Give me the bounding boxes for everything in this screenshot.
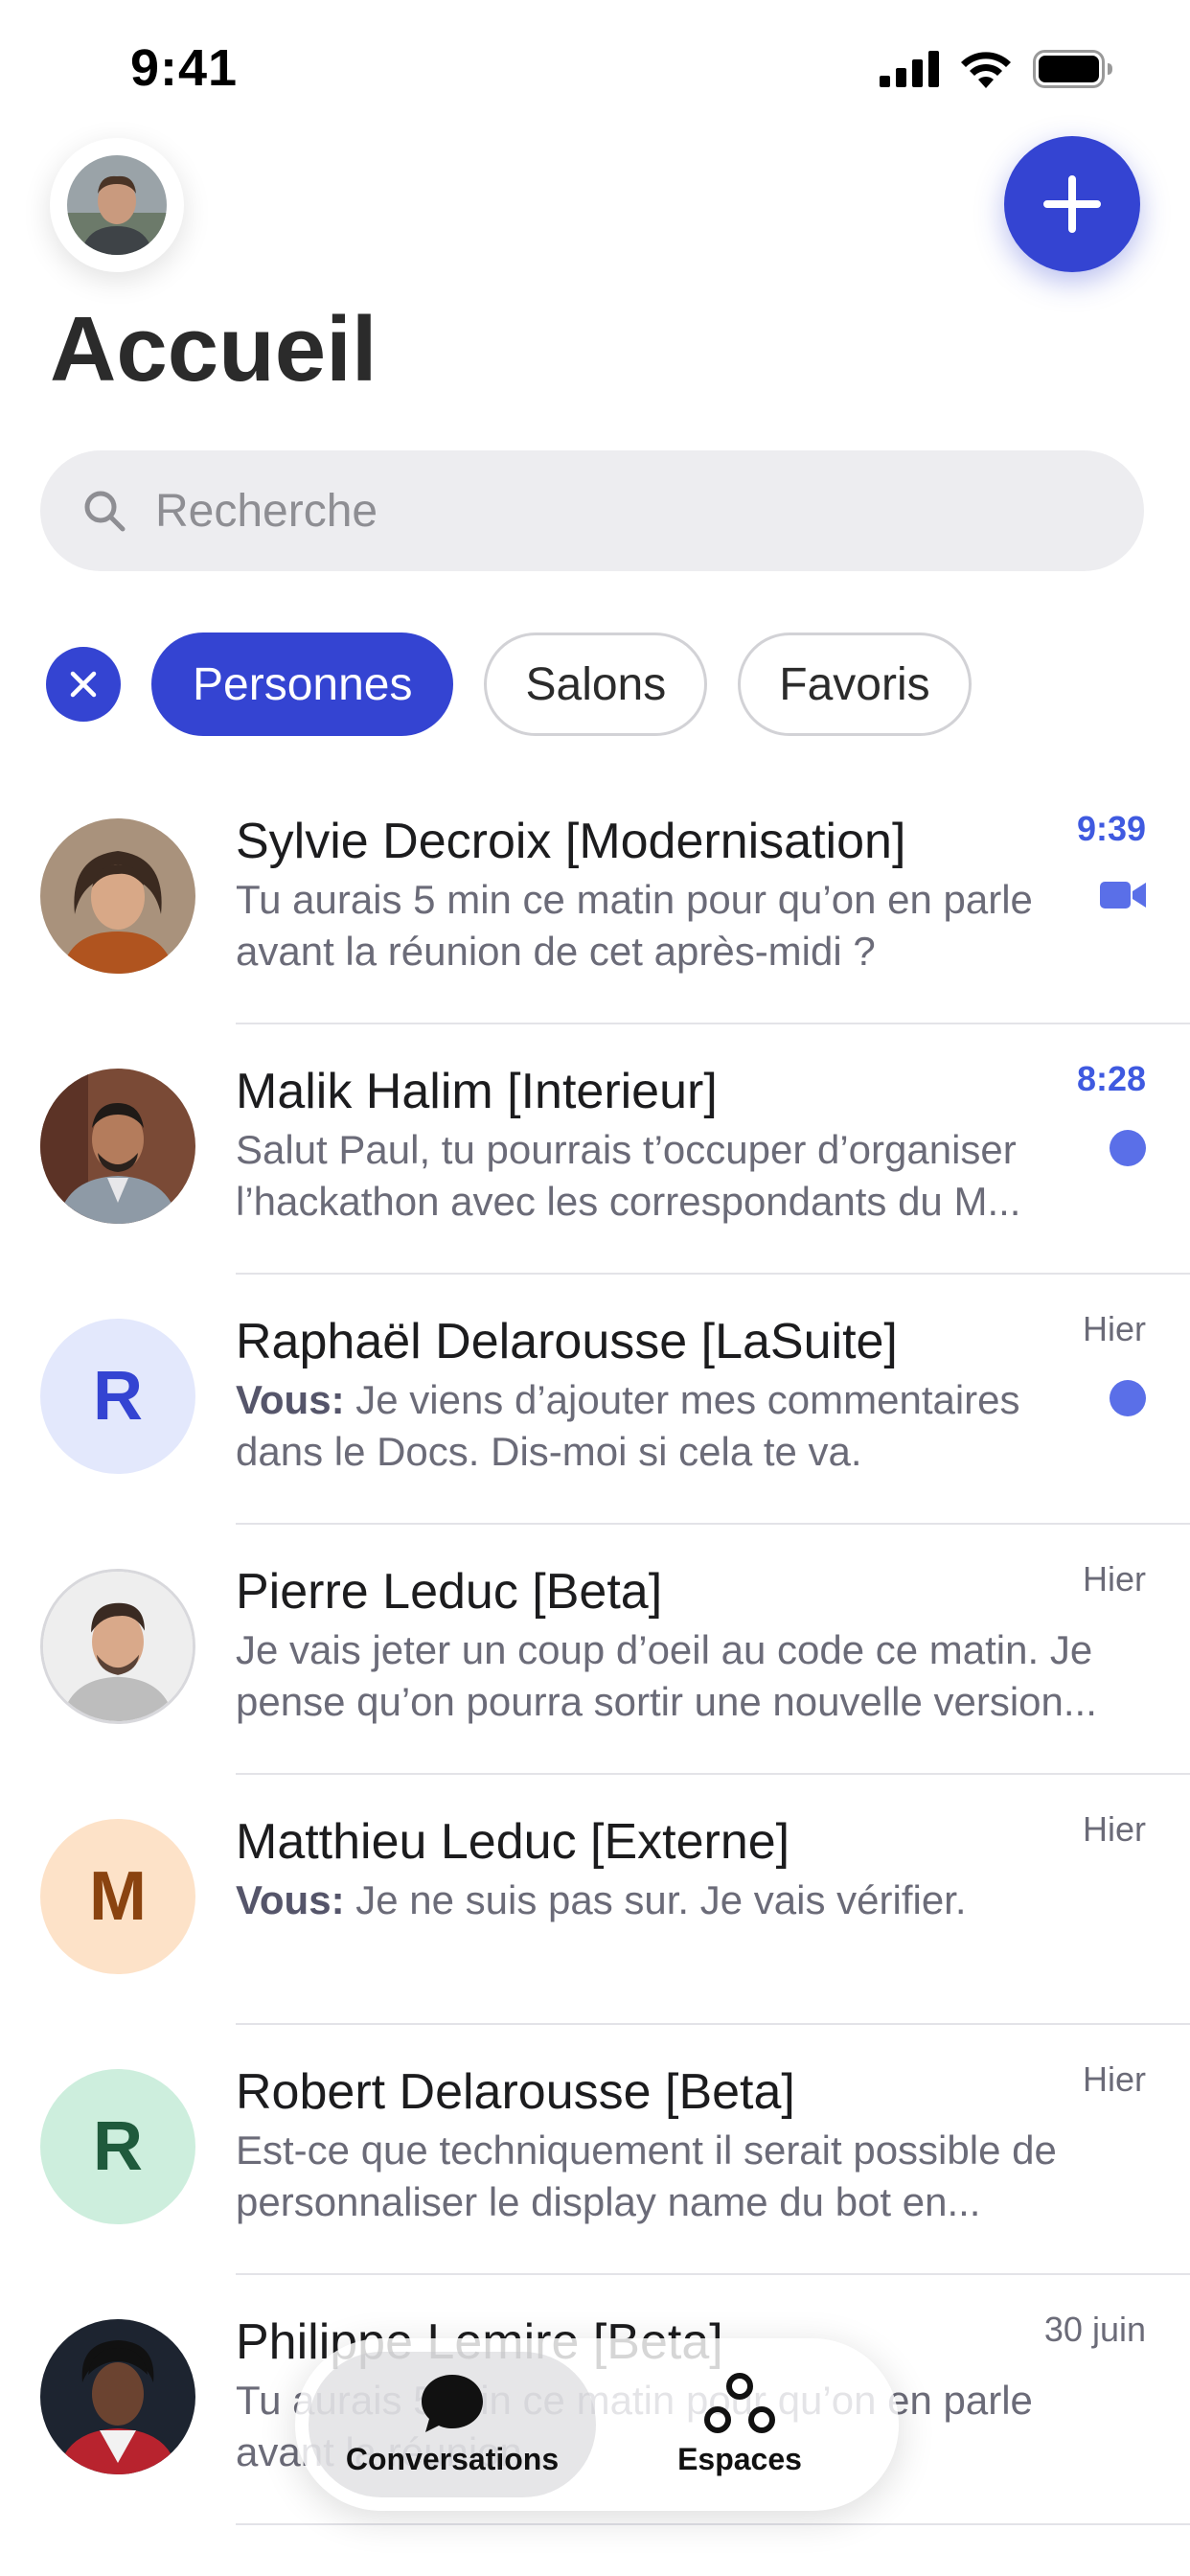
clear-filter-button[interactable] xyxy=(46,647,121,722)
conversation-preview: Vous: Je viens d’ajouter mes commentaire… xyxy=(236,1374,1098,1478)
unread-dot-icon xyxy=(1110,1130,1146,1166)
video-camera-icon xyxy=(1100,882,1146,908)
message-preview: Est-ce que techniquement il serait possi… xyxy=(236,2128,1057,2224)
avatar-initial: R xyxy=(40,2069,195,2224)
tab-label: Conversations xyxy=(345,2441,560,2476)
wifi-icon xyxy=(961,52,1011,88)
conversation-time: Hier xyxy=(1082,1309,1146,1348)
conversation-row[interactable]: Malik Halim [Interieur] Salut Paul, tu p… xyxy=(0,1024,1190,1275)
conversation-preview: Salut Paul, tu pourrais t’occuper d’orga… xyxy=(236,1124,1098,1228)
cellular-signal-icon xyxy=(880,51,939,87)
conversation-time: 8:28 xyxy=(1076,1059,1146,1098)
avatar xyxy=(40,1069,195,1224)
message-preview: Je vais jeter un coup d’oeil au code ce … xyxy=(236,1627,1097,1724)
message-preview: Je viens d’ajouter mes commentaires dans… xyxy=(236,1377,1020,1474)
status-icons xyxy=(880,50,1113,88)
conversation-preview: Je vais jeter un coup d’oeil au code ce … xyxy=(236,1624,1098,1728)
status-time: 9:41 xyxy=(130,39,239,97)
plus-icon xyxy=(1043,175,1101,233)
conversation-name: Pierre Leduc [Beta] xyxy=(236,1564,663,1620)
conversation-row[interactable]: R Raphaël Delarousse [LaSuite] Vous: Je … xyxy=(0,1275,1190,1525)
conversation-name: Matthieu Leduc [Externe] xyxy=(236,1814,790,1870)
page-title: Accueil xyxy=(50,298,378,401)
close-icon xyxy=(70,671,97,698)
search-bar[interactable] xyxy=(40,450,1144,571)
search-input[interactable] xyxy=(155,484,1018,538)
battery-icon xyxy=(1033,50,1112,88)
filter-chip-personnes[interactable]: Personnes xyxy=(151,632,454,736)
unread-indicator xyxy=(1110,1380,1146,1416)
conversation-preview: Tu aurais 5 min ce matin pour qu’on en p… xyxy=(236,874,1098,978)
video-call-indicator xyxy=(1100,880,1146,915)
message-preview: Tu aurais 5 min ce matin pour qu’on en p… xyxy=(236,877,1033,974)
conversation-row[interactable]: M Matthieu Leduc [Externe] Vous: Je ne s… xyxy=(0,1775,1190,2025)
avatar xyxy=(40,818,195,974)
conversation-preview: Est-ce que techniquement il serait possi… xyxy=(236,2125,1098,2228)
avatar xyxy=(40,2319,195,2474)
filter-chip-salons[interactable]: Salons xyxy=(484,632,708,736)
tab-label: Espaces xyxy=(677,2441,802,2476)
avatar-letter: R xyxy=(93,2108,143,2185)
avatar-letter: M xyxy=(89,1858,147,1935)
avatar-initial: M xyxy=(40,1819,195,1974)
conversation-name: Sylvie Decroix [Modernisation] xyxy=(236,814,906,869)
conversation-row[interactable]: R Robert Delarousse [Beta] Est-ce que te… xyxy=(0,2025,1190,2275)
conversation-time: Hier xyxy=(1082,1809,1146,1849)
sender-prefix: Vous: xyxy=(236,1377,345,1422)
compose-button[interactable] xyxy=(1004,136,1140,272)
message-preview: Je ne suis pas sur. Je vais vérifier. xyxy=(344,1877,967,1922)
conversation-name: Robert Delarousse [Beta] xyxy=(236,2064,795,2120)
unread-indicator xyxy=(1110,1130,1146,1166)
tab-bar: Conversations Espaces xyxy=(295,2338,899,2511)
conversation-row[interactable]: Pierre Leduc [Beta] Je vais jeter un cou… xyxy=(0,1525,1190,1775)
search-icon xyxy=(84,491,126,532)
tab-espaces[interactable]: Espaces xyxy=(596,2352,883,2497)
message-preview: Salut Paul, tu pourrais t’occuper d’orga… xyxy=(236,1127,1021,1224)
conversation-name: Malik Halim [Interieur] xyxy=(236,1064,718,1119)
sender-prefix: Vous: xyxy=(236,1877,345,1922)
conversation-time: Hier xyxy=(1082,2059,1146,2099)
avatar xyxy=(40,1569,195,1724)
filter-bar: Personnes Salons Favoris xyxy=(46,632,972,736)
conversation-preview: Vous: Je ne suis pas sur. Je vais vérifi… xyxy=(236,1874,1098,1926)
tab-conversations[interactable]: Conversations xyxy=(309,2352,596,2497)
profile-avatar-button[interactable] xyxy=(50,138,184,272)
avatar-initial: R xyxy=(40,1319,195,1474)
conversation-list: Sylvie Decroix [Modernisation] Tu aurais… xyxy=(0,774,1190,2525)
conversation-row[interactable]: Sylvie Decroix [Modernisation] Tu aurais… xyxy=(0,774,1190,1024)
spaces-icon xyxy=(704,2372,775,2433)
conversation-time: Hier xyxy=(1082,1559,1146,1598)
conversation-time: 30 juin xyxy=(1043,2310,1146,2349)
avatar-letter: R xyxy=(93,1358,143,1435)
status-bar: 9:41 xyxy=(0,0,1190,134)
conversation-time: 9:39 xyxy=(1076,809,1146,848)
chat-bubble-icon xyxy=(422,2374,483,2432)
unread-dot-icon xyxy=(1110,1380,1146,1416)
filter-chip-favoris[interactable]: Favoris xyxy=(738,632,972,736)
conversation-name: Raphaël Delarousse [LaSuite] xyxy=(236,1314,898,1369)
profile-photo xyxy=(67,155,167,255)
divider xyxy=(236,2523,1190,2525)
